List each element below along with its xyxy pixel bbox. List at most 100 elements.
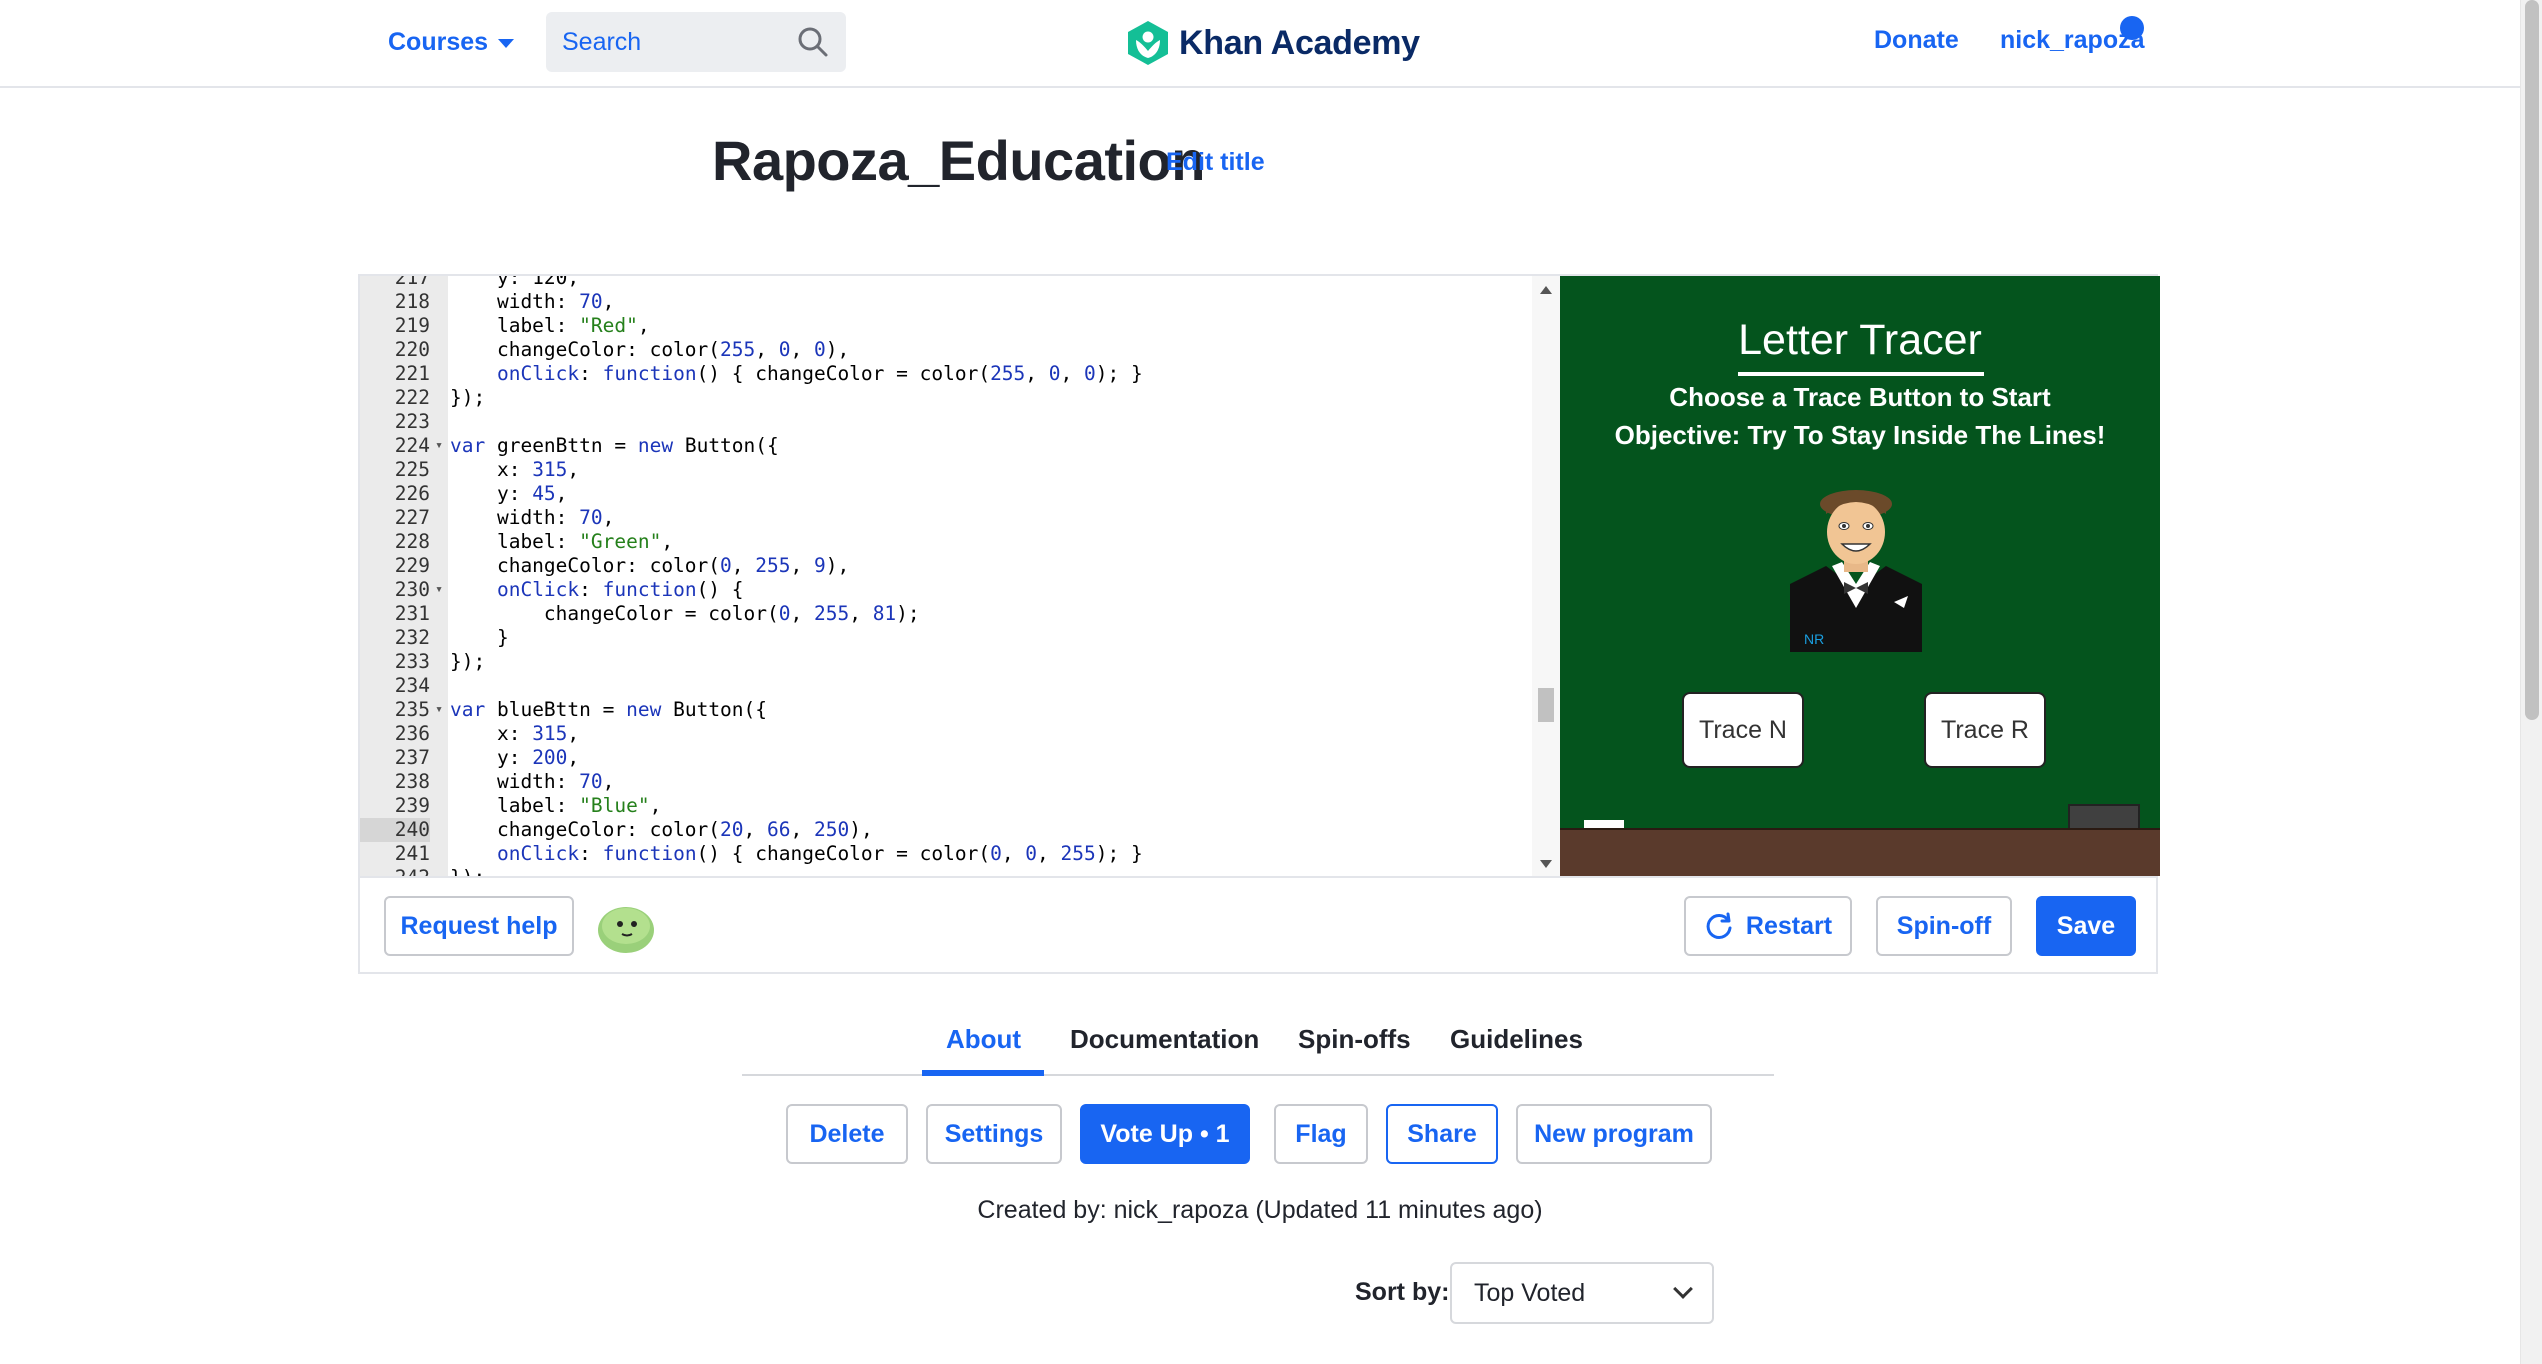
- tab-about[interactable]: About: [946, 1024, 1021, 1055]
- trace-n-button[interactable]: Trace N: [1682, 692, 1804, 768]
- line-number: 225: [394, 458, 430, 481]
- editor-scrollbar[interactable]: [1532, 276, 1560, 876]
- top-nav: Courses Khan Academy Donate nick_rapoza: [0, 0, 2520, 88]
- code-text[interactable]: y: 200,: [448, 746, 579, 770]
- code-text[interactable]: y: 120,: [448, 276, 579, 290]
- tab-guidelines[interactable]: Guidelines: [1450, 1024, 1583, 1055]
- share-button[interactable]: Share: [1386, 1104, 1498, 1164]
- restart-button[interactable]: Restart: [1684, 896, 1852, 956]
- code-line[interactable]: 233});: [360, 650, 1530, 674]
- code-line[interactable]: 229 changeColor: color(0, 255, 9),: [360, 554, 1530, 578]
- edit-title-link[interactable]: Edit title: [1166, 148, 1265, 177]
- line-number: 237: [394, 746, 430, 769]
- code-line[interactable]: 221 onClick: function() { changeColor = …: [360, 362, 1530, 386]
- fold-arrow-icon[interactable]: ▾: [430, 698, 448, 722]
- code-line[interactable]: 241 onClick: function() { changeColor = …: [360, 842, 1530, 866]
- program-output-canvas[interactable]: Letter Tracer Choose a Trace Button to S…: [1560, 276, 2160, 876]
- fold-arrow-icon[interactable]: ▾: [430, 434, 448, 458]
- code-text[interactable]: }: [448, 626, 509, 650]
- code-text[interactable]: onClick: function() { changeColor = colo…: [448, 842, 1143, 866]
- code-text[interactable]: changeColor = color(0, 255, 81);: [448, 602, 920, 626]
- code-line[interactable]: 235 ▾ var blueBttn = new Button({: [360, 698, 1530, 722]
- code-line[interactable]: 217 y: 120,: [360, 276, 1530, 290]
- page-scrollbar[interactable]: [2520, 0, 2542, 1364]
- code-editor[interactable]: 217 y: 120, 218 width: 70, 219 label: "Red…: [360, 276, 1560, 876]
- code-text[interactable]: });: [448, 386, 485, 410]
- line-number: 228: [394, 530, 430, 553]
- code-text[interactable]: x: 315,: [448, 458, 579, 482]
- search-icon[interactable]: [796, 25, 830, 59]
- code-text[interactable]: x: 315,: [448, 722, 579, 746]
- code-line[interactable]: 223: [360, 410, 1530, 434]
- flag-button[interactable]: Flag: [1274, 1104, 1368, 1164]
- vote-up-button[interactable]: Vote Up • 1: [1080, 1104, 1250, 1164]
- trace-r-button[interactable]: Trace R: [1924, 692, 2046, 768]
- code-text[interactable]: changeColor: color(255, 0, 0),: [448, 338, 849, 362]
- code-line[interactable]: 228 label: "Green",: [360, 530, 1530, 554]
- code-text[interactable]: label: "Green",: [448, 530, 673, 554]
- code-text[interactable]: onClick: function() {: [448, 578, 744, 602]
- editor-scrollbar-thumb[interactable]: [1538, 688, 1554, 722]
- courses-label: Courses: [388, 27, 489, 56]
- fold-arrow-icon[interactable]: ▾: [430, 578, 448, 602]
- code-line[interactable]: 234: [360, 674, 1530, 698]
- scroll-down-icon[interactable]: [1540, 860, 1552, 868]
- code-text[interactable]: changeColor: color(20, 66, 250),: [448, 818, 873, 842]
- code-line[interactable]: 236 x: 315,: [360, 722, 1530, 746]
- code-text[interactable]: [448, 410, 450, 434]
- line-number: 234: [394, 674, 430, 697]
- code-text[interactable]: width: 70,: [448, 290, 614, 314]
- code-text[interactable]: });: [448, 866, 485, 876]
- code-text[interactable]: changeColor: color(0, 255, 9),: [448, 554, 849, 578]
- code-line[interactable]: 232 }: [360, 626, 1530, 650]
- new-program-button[interactable]: New program: [1516, 1104, 1712, 1164]
- code-text[interactable]: y: 45,: [448, 482, 567, 506]
- sort-select[interactable]: Top Voted: [1450, 1262, 1714, 1324]
- code-text[interactable]: onClick: function() { changeColor = colo…: [448, 362, 1143, 386]
- code-text[interactable]: width: 70,: [448, 770, 614, 794]
- code-line[interactable]: 238 width: 70,: [360, 770, 1530, 794]
- code-text[interactable]: width: 70,: [448, 506, 614, 530]
- donate-link[interactable]: Donate: [1874, 26, 1959, 55]
- code-text[interactable]: var greenBttn = new Button({: [448, 434, 779, 458]
- courses-menu[interactable]: Courses: [388, 22, 515, 62]
- khan-academy-logo[interactable]: Khan Academy: [1127, 20, 1420, 66]
- request-help-button[interactable]: Request help: [384, 896, 574, 956]
- code-lines[interactable]: 217 y: 120, 218 width: 70, 219 label: "Red…: [360, 276, 1530, 876]
- line-number: 239: [394, 794, 430, 817]
- avatar[interactable]: [596, 902, 656, 954]
- program-editor: 217 y: 120, 218 width: 70, 219 label: "Red…: [358, 274, 2160, 974]
- code-text[interactable]: [448, 674, 450, 698]
- code-line[interactable]: 240 changeColor: color(20, 66, 250),: [360, 818, 1530, 842]
- scroll-up-icon[interactable]: [1540, 286, 1552, 294]
- code-line[interactable]: 226 y: 45,: [360, 482, 1530, 506]
- code-line[interactable]: 231 changeColor = color(0, 255, 81);: [360, 602, 1530, 626]
- line-number: 233: [394, 650, 430, 673]
- code-line[interactable]: 219 label: "Red",: [360, 314, 1530, 338]
- code-text[interactable]: });: [448, 650, 485, 674]
- code-text[interactable]: label: "Blue",: [448, 794, 661, 818]
- delete-button[interactable]: Delete: [786, 1104, 908, 1164]
- code-line[interactable]: 225 x: 315,: [360, 458, 1530, 482]
- code-line[interactable]: 242});: [360, 866, 1530, 876]
- code-line[interactable]: 222});: [360, 386, 1530, 410]
- code-line[interactable]: 239 label: "Blue",: [360, 794, 1530, 818]
- search-input[interactable]: [562, 27, 796, 57]
- code-line[interactable]: 237 y: 200,: [360, 746, 1530, 770]
- code-text[interactable]: var blueBttn = new Button({: [448, 698, 767, 722]
- code-line[interactable]: 230 ▾ onClick: function() {: [360, 578, 1530, 602]
- notification-dot[interactable]: [2120, 16, 2144, 40]
- code-text[interactable]: label: "Red",: [448, 314, 650, 338]
- page-scrollbar-thumb[interactable]: [2525, 0, 2539, 720]
- settings-button[interactable]: Settings: [926, 1104, 1062, 1164]
- line-number: 229: [394, 554, 430, 577]
- code-line[interactable]: 224 ▾ var greenBttn = new Button({: [360, 434, 1530, 458]
- code-line[interactable]: 227 width: 70,: [360, 506, 1530, 530]
- code-line[interactable]: 218 width: 70,: [360, 290, 1530, 314]
- save-button[interactable]: Save: [2036, 896, 2136, 956]
- code-line[interactable]: 220 changeColor: color(255, 0, 0),: [360, 338, 1530, 362]
- tab-documentation[interactable]: Documentation: [1070, 1024, 1259, 1055]
- spin-off-button[interactable]: Spin-off: [1876, 896, 2012, 956]
- tab-spin-offs[interactable]: Spin-offs: [1298, 1024, 1411, 1055]
